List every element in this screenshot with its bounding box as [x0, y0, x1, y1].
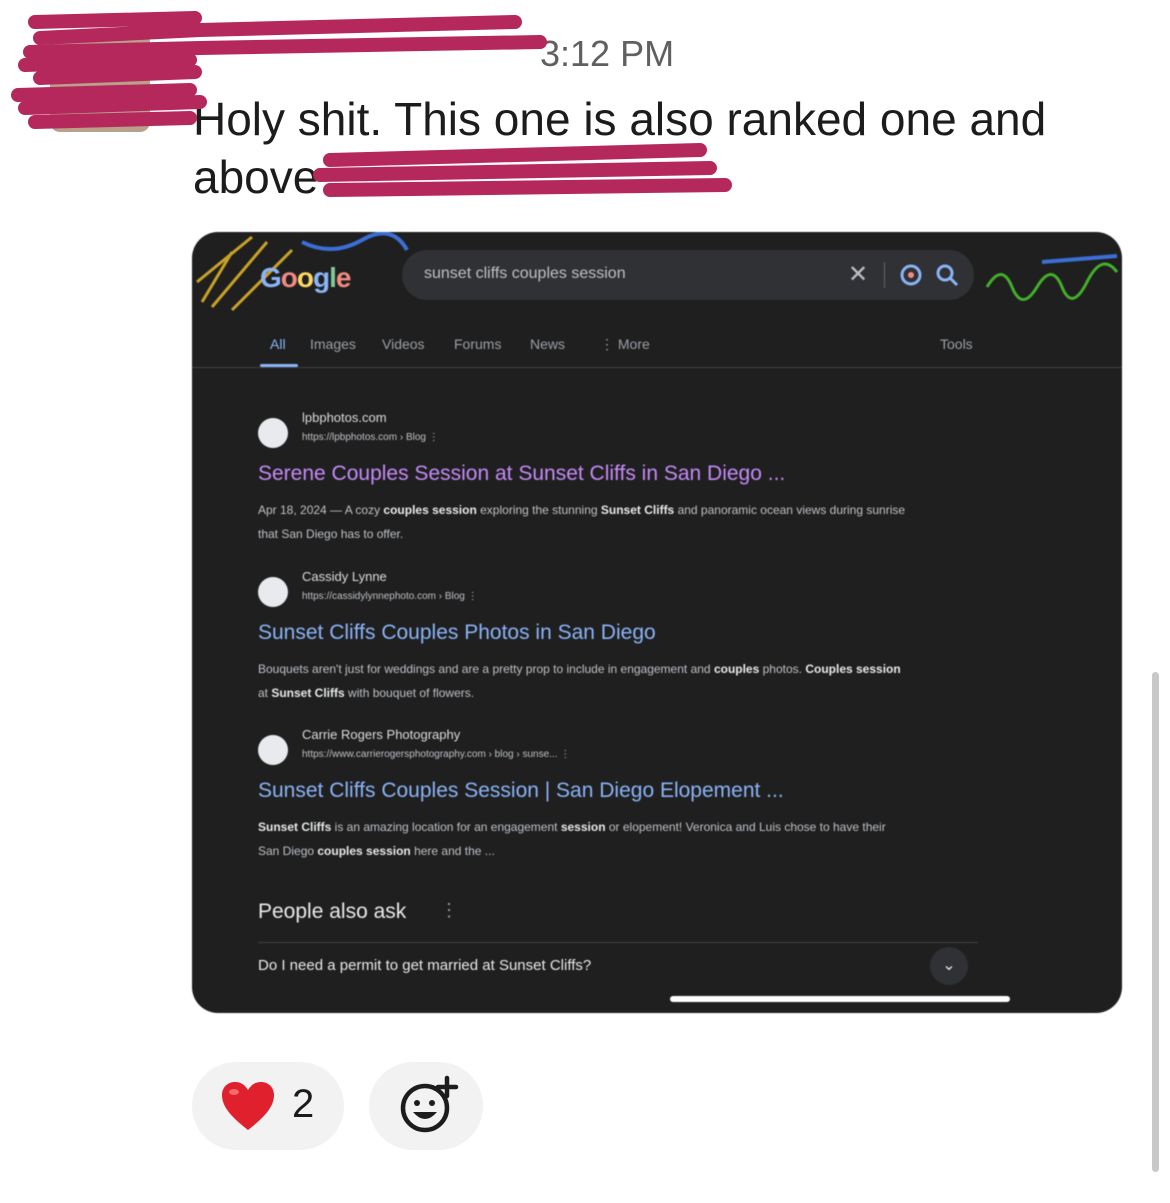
tab-videos[interactable]: Videos	[382, 336, 425, 352]
result-snippet: Sunset Cliffs is an amazing location for…	[258, 820, 886, 858]
tab-forums[interactable]: Forums	[454, 336, 501, 352]
scrollbar[interactable]	[1152, 672, 1159, 1172]
blue-doodle	[301, 232, 409, 252]
more-options-icon[interactable]: ⋮	[440, 900, 458, 921]
people-also-ask-heading: People also ask	[258, 900, 407, 923]
reaction-count: 2	[292, 1082, 315, 1126]
result-snippet: Apr 18, 2024 — A cozy couples session ex…	[258, 503, 906, 541]
site-favicon	[258, 735, 288, 765]
result-site-name[interactable]: Cassidy Lynne	[302, 569, 387, 584]
sender-name[interactable]	[195, 30, 525, 70]
result-url[interactable]: https://cassidylynnephoto.com › Blog ⋮	[302, 591, 478, 602]
result-snippet: Bouquets aren't just for weddings and ar…	[258, 662, 901, 700]
add-reaction-icon	[400, 1075, 459, 1133]
result-site-name[interactable]: Carrie Rogers Photography	[302, 727, 460, 742]
avatar[interactable]	[50, 32, 150, 132]
message-line-1: Holy shit. This one is also ranked one a…	[193, 93, 1047, 145]
screenshot-attachment[interactable]: Google sunset cliffs couples session ✕ A…	[192, 232, 1122, 1013]
search-query[interactable]: sunset cliffs couples session	[424, 265, 626, 283]
result-site-name[interactable]: lpbphotos.com	[302, 410, 387, 425]
paa-question[interactable]: Do I need a permit to get married at Sun…	[258, 957, 591, 974]
paa-divider	[258, 942, 978, 943]
tab-more[interactable]: ⋮ More	[600, 336, 650, 353]
lens-icon[interactable]	[898, 262, 924, 288]
site-favicon	[258, 577, 288, 607]
google-logo[interactable]: Google	[260, 262, 351, 294]
search-tabs: All Images Videos Forums News ⋮ More Too…	[260, 332, 1060, 372]
tabs-divider	[192, 367, 1122, 368]
result-url[interactable]: https://lpbphotos.com › Blog ⋮	[302, 432, 439, 443]
result-title-link[interactable]: Serene Couples Session at Sunset Cliffs …	[258, 462, 785, 486]
message-text: Holy shit. This one is also ranked one a…	[193, 90, 1133, 206]
heart-icon	[222, 1082, 274, 1130]
tab-images[interactable]: Images	[310, 336, 356, 352]
home-indicator	[670, 996, 1010, 1002]
tools-button[interactable]: Tools	[940, 336, 973, 352]
tab-all[interactable]: All	[270, 336, 286, 352]
result-title-link[interactable]: Sunset Cliffs Couples Photos in San Dieg…	[258, 621, 656, 645]
message-line-2: above	[193, 151, 319, 203]
green-doodle	[985, 254, 1119, 301]
search-box[interactable]: sunset cliffs couples session ✕	[402, 250, 974, 300]
search-divider	[884, 262, 885, 288]
add-reaction-button[interactable]	[369, 1062, 483, 1150]
result-title-link[interactable]: Sunset Cliffs Couples Session | San Dieg…	[258, 779, 784, 803]
chevron-down-icon[interactable]: ⌄	[930, 947, 968, 985]
site-favicon	[258, 418, 288, 448]
result-url[interactable]: https://www.carrierogersphotography.com …	[302, 749, 570, 760]
search-icon[interactable]	[934, 262, 960, 288]
tab-news[interactable]: News	[530, 336, 565, 352]
heart-reaction-button[interactable]: 2	[192, 1062, 344, 1150]
message-timestamp[interactable]: 3:12 PM	[540, 30, 674, 78]
close-icon[interactable]: ✕	[848, 260, 868, 289]
